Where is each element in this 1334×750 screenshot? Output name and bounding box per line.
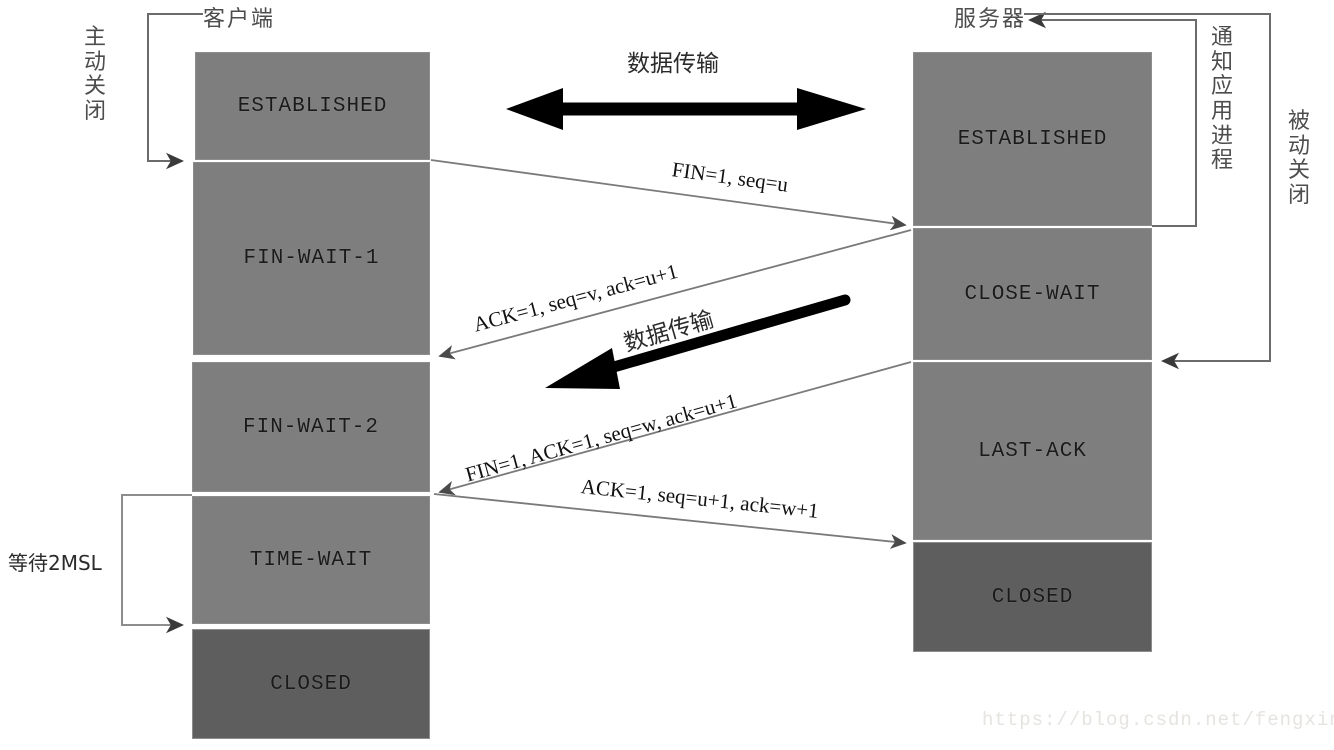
data-transfer-top-label: 数据传输 [627,51,719,77]
server-state-last-ack: LAST-ACK [913,362,1152,540]
client-state-closed: CLOSED [192,629,430,739]
server-state-close-wait: CLOSE-WAIT [913,228,1152,360]
data-transfer-arrow-top [506,88,866,130]
message-line-fin1 [430,159,907,231]
wait-2msl-bracket [121,494,192,634]
tcp-four-way-handshake-diagram: 客户端 主动关闭 ESTABLISHED FIN-WAIT-1 FIN-WAIT… [0,0,1334,750]
passive-close-label: 被动关闭 [1287,109,1310,208]
message-label-fin2: FIN=1, ACK=1, seq=w, ack=u+1 [462,388,740,487]
client-state-fin-wait-1: FIN-WAIT-1 [193,162,430,355]
notify-app-label: 通知应用进程 [1210,25,1233,174]
watermark: https://blog.csdn.net/fengxinlinux [982,709,1334,731]
message-label-fin1: FIN=1, seq=u [670,157,790,197]
client-state-established: ESTABLISHED [195,52,430,160]
server-state-established: ESTABLISHED [913,52,1152,226]
message-label-ack2: ACK=1, seq=u+1, ack=w+1 [579,474,820,523]
wait-2msl-label: 等待2MSL [8,551,102,575]
server-state-closed: CLOSED [913,542,1152,652]
client-state-time-wait: TIME-WAIT [192,496,430,624]
client-title: 客户端 [203,7,276,32]
active-close-label: 主动关闭 [83,25,106,124]
client-state-fin-wait-2: FIN-WAIT-2 [192,362,430,492]
server-title: 服务器 [954,7,1027,32]
data-transfer-middle-label: 数据传输 [621,306,717,358]
